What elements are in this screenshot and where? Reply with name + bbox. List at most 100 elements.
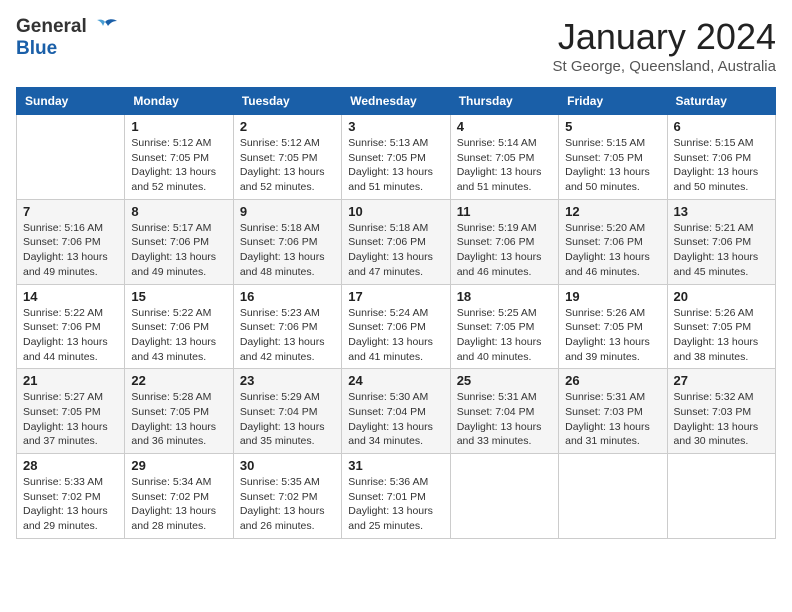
day-info: Sunrise: 5:27 AM Sunset: 7:05 PM Dayligh… [23, 390, 118, 449]
day-number: 12 [565, 204, 660, 219]
table-row: 11Sunrise: 5:19 AM Sunset: 7:06 PM Dayli… [450, 199, 558, 284]
calendar-week-row: 21 Sunrise: 5:27 AM Sunset: 7:05 PM Dayli… [17, 369, 776, 454]
day-number: 31 [348, 458, 443, 473]
table-row: 31 Sunrise: 5:36 AM Sunset: 7:01 PM Dayli… [342, 454, 450, 539]
table-row [559, 454, 667, 539]
day-info: Sunrise: 5:31 AM Sunset: 7:04 PM Dayligh… [457, 390, 552, 449]
day-info: Sunrise: 5:17 AM Sunset: 7:06 PM Dayligh… [131, 221, 226, 280]
day-number: 2 [240, 119, 335, 134]
day-info: Sunrise: 5:30 AM Sunset: 7:04 PM Dayligh… [348, 390, 443, 449]
day-number: 30 [240, 458, 335, 473]
table-row: 13Sunrise: 5:21 AM Sunset: 7:06 PM Dayli… [667, 199, 775, 284]
col-wednesday: Wednesday [342, 88, 450, 115]
day-info: Sunrise: 5:28 AM Sunset: 7:05 PM Dayligh… [131, 390, 226, 449]
table-row: 25 Sunrise: 5:31 AM Sunset: 7:04 PM Dayli… [450, 369, 558, 454]
day-info: Sunrise: 5:20 AM Sunset: 7:06 PM Dayligh… [565, 221, 660, 280]
location-title: St George, Queensland, Australia [553, 58, 776, 75]
table-row: 21 Sunrise: 5:27 AM Sunset: 7:05 PM Dayli… [17, 369, 125, 454]
day-number: 17 [348, 289, 443, 304]
header: General Blue January 2024 St George, Que… [16, 16, 776, 75]
day-info: Sunrise: 5:25 AM Sunset: 7:05 PM Dayligh… [457, 306, 552, 365]
table-row [450, 454, 558, 539]
day-number: 1 [131, 119, 226, 134]
table-row: 10 Sunrise: 5:18 AM Sunset: 7:06 PM Dayli… [342, 199, 450, 284]
day-info: Sunrise: 5:31 AM Sunset: 7:03 PM Dayligh… [565, 390, 660, 449]
table-row: 15Sunrise: 5:22 AM Sunset: 7:06 PM Dayli… [125, 284, 233, 369]
table-row: 26 Sunrise: 5:31 AM Sunset: 7:03 PM Dayli… [559, 369, 667, 454]
calendar-week-row: 7Sunrise: 5:16 AM Sunset: 7:06 PM Daylig… [17, 199, 776, 284]
logo-blue-text: Blue [16, 38, 57, 59]
day-number: 24 [348, 373, 443, 388]
day-number: 23 [240, 373, 335, 388]
col-sunday: Sunday [17, 88, 125, 115]
table-row: 27 Sunrise: 5:32 AM Sunset: 7:03 PM Dayli… [667, 369, 775, 454]
calendar-week-row: 28Sunrise: 5:33 AM Sunset: 7:02 PM Dayli… [17, 454, 776, 539]
logo-general-text: General [16, 16, 87, 38]
table-row: 4 Sunrise: 5:14 AM Sunset: 7:05 PM Daylig… [450, 115, 558, 200]
col-tuesday: Tuesday [233, 88, 341, 115]
table-row: 29 Sunrise: 5:34 AM Sunset: 7:02 PM Dayli… [125, 454, 233, 539]
calendar-table: Sunday Monday Tuesday Wednesday Thursday… [16, 87, 776, 539]
day-info: Sunrise: 5:26 AM Sunset: 7:05 PM Dayligh… [565, 306, 660, 365]
table-row: 5 Sunrise: 5:15 AM Sunset: 7:05 PM Daylig… [559, 115, 667, 200]
day-number: 27 [674, 373, 769, 388]
table-row: 20 Sunrise: 5:26 AM Sunset: 7:05 PM Dayli… [667, 284, 775, 369]
day-number: 25 [457, 373, 552, 388]
day-number: 9 [240, 204, 335, 219]
table-row: 22 Sunrise: 5:28 AM Sunset: 7:05 PM Dayli… [125, 369, 233, 454]
day-number: 14 [23, 289, 118, 304]
day-info: Sunrise: 5:12 AM Sunset: 7:05 PM Dayligh… [131, 136, 226, 195]
table-row: 1 Sunrise: 5:12 AM Sunset: 7:05 PM Daylig… [125, 115, 233, 200]
day-number: 22 [131, 373, 226, 388]
day-info: Sunrise: 5:34 AM Sunset: 7:02 PM Dayligh… [131, 475, 226, 534]
day-info: Sunrise: 5:35 AM Sunset: 7:02 PM Dayligh… [240, 475, 335, 534]
day-number: 29 [131, 458, 226, 473]
logo-bird-icon [91, 18, 119, 36]
day-number: 4 [457, 119, 552, 134]
col-saturday: Saturday [667, 88, 775, 115]
table-row: 24 Sunrise: 5:30 AM Sunset: 7:04 PM Dayli… [342, 369, 450, 454]
table-row: 16Sunrise: 5:23 AM Sunset: 7:06 PM Dayli… [233, 284, 341, 369]
day-info: Sunrise: 5:26 AM Sunset: 7:05 PM Dayligh… [674, 306, 769, 365]
day-info: Sunrise: 5:18 AM Sunset: 7:06 PM Dayligh… [348, 221, 443, 280]
table-row: 18 Sunrise: 5:25 AM Sunset: 7:05 PM Dayli… [450, 284, 558, 369]
day-number: 19 [565, 289, 660, 304]
table-row: 28Sunrise: 5:33 AM Sunset: 7:02 PM Dayli… [17, 454, 125, 539]
table-row: 3Sunrise: 5:13 AM Sunset: 7:05 PM Daylig… [342, 115, 450, 200]
day-number: 13 [674, 204, 769, 219]
day-number: 10 [348, 204, 443, 219]
day-number: 16 [240, 289, 335, 304]
table-row: 23 Sunrise: 5:29 AM Sunset: 7:04 PM Dayli… [233, 369, 341, 454]
day-info: Sunrise: 5:15 AM Sunset: 7:06 PM Dayligh… [674, 136, 769, 195]
day-number: 21 [23, 373, 118, 388]
day-number: 20 [674, 289, 769, 304]
day-info: Sunrise: 5:32 AM Sunset: 7:03 PM Dayligh… [674, 390, 769, 449]
table-row: 19 Sunrise: 5:26 AM Sunset: 7:05 PM Dayli… [559, 284, 667, 369]
day-info: Sunrise: 5:16 AM Sunset: 7:06 PM Dayligh… [23, 221, 118, 280]
day-info: Sunrise: 5:13 AM Sunset: 7:05 PM Dayligh… [348, 136, 443, 195]
title-area: January 2024 St George, Queensland, Aust… [553, 16, 776, 75]
day-info: Sunrise: 5:22 AM Sunset: 7:06 PM Dayligh… [23, 306, 118, 365]
day-info: Sunrise: 5:15 AM Sunset: 7:05 PM Dayligh… [565, 136, 660, 195]
table-row: 7Sunrise: 5:16 AM Sunset: 7:06 PM Daylig… [17, 199, 125, 284]
day-number: 6 [674, 119, 769, 134]
day-info: Sunrise: 5:36 AM Sunset: 7:01 PM Dayligh… [348, 475, 443, 534]
day-number: 18 [457, 289, 552, 304]
col-friday: Friday [559, 88, 667, 115]
calendar-header-row: Sunday Monday Tuesday Wednesday Thursday… [17, 88, 776, 115]
day-number: 5 [565, 119, 660, 134]
table-row: 17 Sunrise: 5:24 AM Sunset: 7:06 PM Dayli… [342, 284, 450, 369]
table-row [667, 454, 775, 539]
table-row [17, 115, 125, 200]
day-number: 26 [565, 373, 660, 388]
table-row: 14 Sunrise: 5:22 AM Sunset: 7:06 PM Dayli… [17, 284, 125, 369]
day-info: Sunrise: 5:24 AM Sunset: 7:06 PM Dayligh… [348, 306, 443, 365]
day-info: Sunrise: 5:29 AM Sunset: 7:04 PM Dayligh… [240, 390, 335, 449]
day-info: Sunrise: 5:14 AM Sunset: 7:05 PM Dayligh… [457, 136, 552, 195]
table-row: 9Sunrise: 5:18 AM Sunset: 7:06 PM Daylig… [233, 199, 341, 284]
col-thursday: Thursday [450, 88, 558, 115]
day-number: 11 [457, 204, 552, 219]
table-row: 8Sunrise: 5:17 AM Sunset: 7:06 PM Daylig… [125, 199, 233, 284]
table-row: 2Sunrise: 5:12 AM Sunset: 7:05 PM Daylig… [233, 115, 341, 200]
month-title: January 2024 [553, 16, 776, 58]
